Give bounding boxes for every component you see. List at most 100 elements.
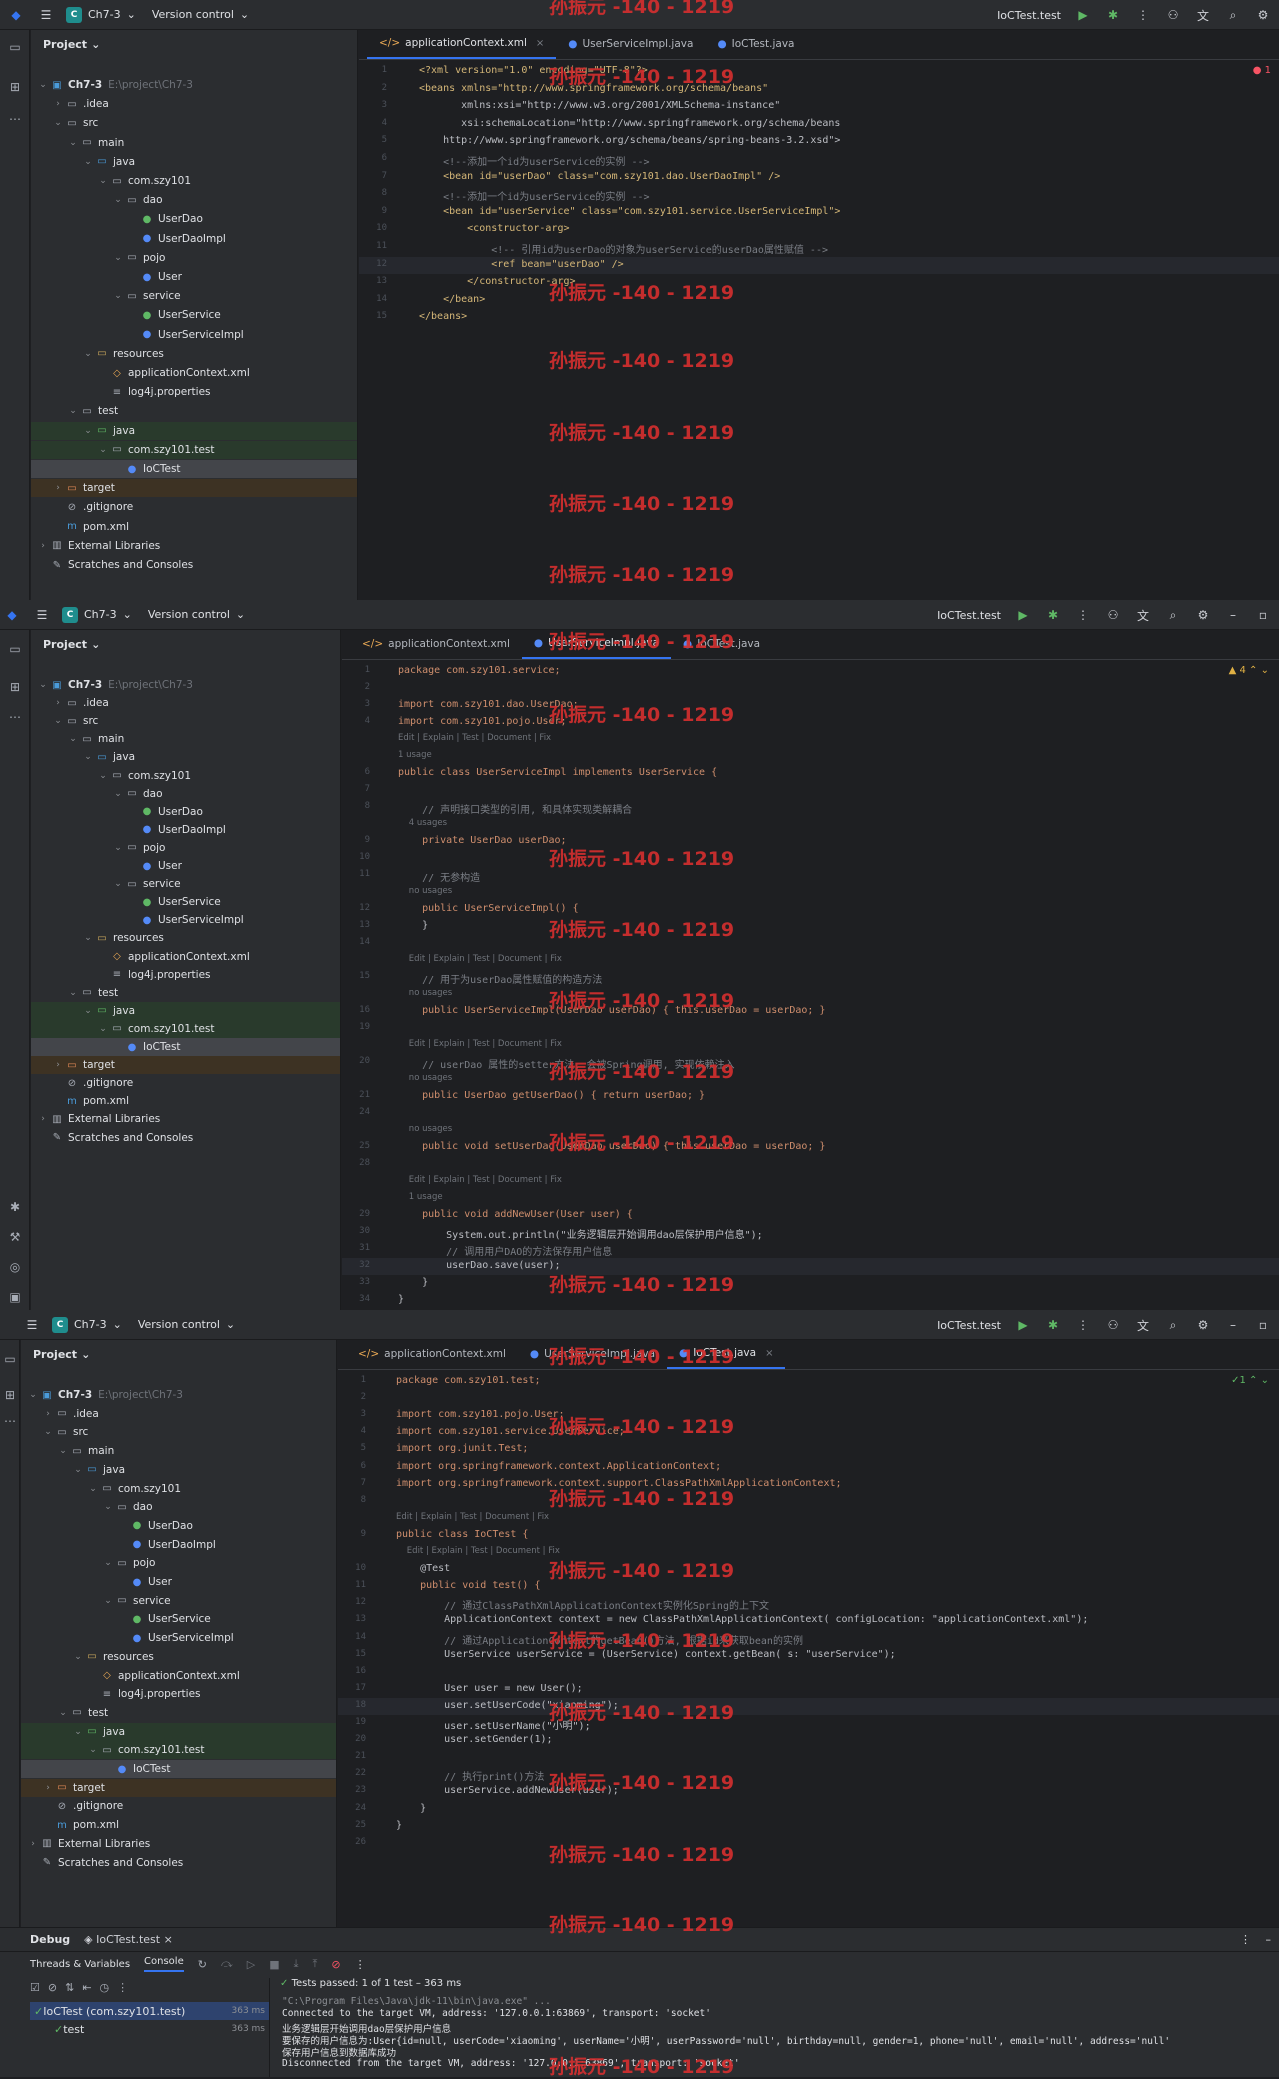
chevron-down-icon[interactable]: ⌄ <box>112 253 124 263</box>
tree-item[interactable]: ⌄ ▭ resources <box>31 929 340 947</box>
more-icon[interactable]: ⋮ <box>117 1981 128 1994</box>
inlay-hint[interactable]: no usages <box>398 886 452 896</box>
tab-user-service-impl[interactable]: ● UserServiceImpl.java <box>556 30 705 59</box>
run-config-selector[interactable]: IoCTest.test <box>937 1319 1001 1332</box>
tree-item[interactable]: ⌄ ▭ main <box>31 730 340 748</box>
chevron-right-icon[interactable]: › <box>27 1839 39 1849</box>
stop-icon[interactable]: ■ <box>269 1958 279 1971</box>
tree-item[interactable]: ⌄ ▣ Ch7-3 E:\project\Ch7-3 <box>31 676 340 694</box>
tree-item[interactable]: › ▭ .idea <box>21 1405 336 1423</box>
tree-item[interactable]: ⌄ ▭ resources <box>21 1648 336 1666</box>
tab-threads-variables[interactable]: Threads & Variables <box>30 1959 130 1970</box>
tree-item[interactable]: ● IoCTest <box>21 1760 336 1778</box>
inlay-hint[interactable]: Edit | Explain | Test | Document | Fix <box>398 733 551 743</box>
chevron-down-icon[interactable]: ⌄ <box>82 426 94 436</box>
tree-item[interactable]: ✎ Scratches and Consoles <box>31 1129 340 1147</box>
inlay-hint[interactable]: Edit | Explain | Test | Document | Fix <box>396 1546 560 1556</box>
code-area[interactable]: ● 1 1 <?xml version="1.0" encoding="UTF-8… <box>359 61 1279 600</box>
tree-item[interactable]: ⌄ ▭ dao <box>31 785 340 803</box>
step-into-icon[interactable]: ⤓ <box>294 1957 299 1971</box>
tree-item[interactable]: ● UserServiceImpl <box>31 911 340 929</box>
tree-item[interactable]: ⌄ ▭ pojo <box>31 249 357 267</box>
tree-item[interactable]: ● UserService <box>31 306 357 324</box>
build-tool-icon[interactable]: ⚒ <box>7 1230 23 1246</box>
tree-item[interactable]: ⊘ .gitignore <box>31 498 357 516</box>
translate-icon[interactable]: 文 <box>1135 607 1151 624</box>
minimize-icon[interactable]: – <box>1225 1318 1241 1332</box>
tree-item[interactable]: ⌄ ▭ java <box>31 1001 340 1020</box>
chevron-down-icon[interactable]: ⌄ <box>67 734 79 744</box>
tree-item[interactable]: ⌄ ▭ java <box>31 153 357 171</box>
tree-item[interactable]: ⌄ ▭ com.szy101 <box>31 767 340 785</box>
debug-session-tab[interactable]: ◈ IoCTest.test × <box>84 1933 173 1946</box>
tree-item[interactable]: ⌄ ▭ resources <box>31 345 357 363</box>
chevron-down-icon[interactable]: ⌄ <box>102 1502 114 1512</box>
debug-icon[interactable]: ✱ <box>1045 608 1061 622</box>
tree-item[interactable]: ⌄ ▭ com.szy101 <box>31 172 357 190</box>
tree-item[interactable]: ● UserDao <box>31 803 340 821</box>
tree-item[interactable]: ● UserServiceImpl <box>21 1629 336 1647</box>
chevron-down-icon[interactable]: ⌄ <box>97 771 109 781</box>
chevron-down-icon[interactable]: ⌄ <box>82 157 94 167</box>
tree-item[interactable]: ⌄ ▭ java <box>21 1722 336 1741</box>
tree-item[interactable]: ⌄ ▭ main <box>21 1442 336 1460</box>
terminal-tool-icon[interactable]: ▣ <box>7 1290 23 1306</box>
chevron-down-icon[interactable]: ⌄ <box>82 752 94 762</box>
resume-icon[interactable]: ▷ <box>247 1958 255 1971</box>
tree-item[interactable]: ● IoCTest <box>31 1038 340 1056</box>
chevron-down-icon[interactable]: ⌄ <box>102 1558 114 1568</box>
cancel-icon[interactable]: ⊘ <box>48 1981 57 1994</box>
tree-item[interactable]: ⌄ ▣ Ch7-3 E:\project\Ch7-3 <box>21 1386 336 1404</box>
project-pane-header[interactable]: Project ⌄ <box>21 1340 336 1368</box>
tree-item[interactable]: ⌄ ▭ com.szy101.test <box>21 1741 336 1760</box>
restore-icon[interactable]: ▫ <box>1255 1318 1271 1332</box>
minimize-icon[interactable]: – <box>1225 608 1241 622</box>
more-icon[interactable]: ⋮ <box>1135 8 1151 22</box>
tree-item[interactable]: ≡ log4j.properties <box>21 1685 336 1703</box>
tree-item[interactable]: ≡ log4j.properties <box>31 966 340 984</box>
folder-tool-icon[interactable]: ▭ <box>7 642 23 658</box>
run-icon[interactable]: ▶ <box>1075 8 1091 22</box>
inlay-hint[interactable]: no usages <box>398 988 452 998</box>
chevron-down-icon[interactable]: ⌄ <box>82 933 94 943</box>
main-menu-icon[interactable]: ☰ <box>38 8 54 22</box>
search-icon[interactable]: ⌕ <box>1225 8 1241 23</box>
chevron-down-icon[interactable]: ⌄ <box>52 716 64 726</box>
tree-item[interactable]: ⌄ ▭ com.szy101 <box>21 1480 336 1498</box>
tree-item[interactable]: ⌄ ▭ java <box>21 1461 336 1479</box>
tree-item[interactable]: ● UserService <box>21 1610 336 1628</box>
tree-item[interactable]: ● UserDaoImpl <box>31 821 340 839</box>
close-icon[interactable]: × <box>536 38 544 49</box>
more-icon[interactable]: ⋮ <box>1075 1318 1091 1332</box>
tree-item[interactable]: ⌄ ▭ src <box>31 712 340 730</box>
chevron-down-icon[interactable]: ⌄ <box>67 406 79 416</box>
minimize-icon[interactable]: – <box>1266 1933 1272 1946</box>
add-user-icon[interactable]: ⚇ <box>1105 608 1121 622</box>
chevron-right-icon[interactable]: › <box>37 541 49 551</box>
history-icon[interactable]: ◷ <box>100 1981 110 1994</box>
chevron-down-icon[interactable]: ⌄ <box>27 1390 39 1400</box>
vcs-menu[interactable]: Version control ⌄ <box>138 1318 235 1331</box>
bug-tool-icon[interactable]: ✱ <box>7 1200 23 1216</box>
tree-item[interactable]: ● User <box>31 857 340 875</box>
project-pane-header[interactable]: Project ⌄ <box>31 630 340 658</box>
chevron-right-icon[interactable]: › <box>42 1409 54 1419</box>
tree-item[interactable]: ⌄ ▭ dao <box>31 191 357 209</box>
run-config-selector[interactable]: IoCTest.test <box>997 9 1061 22</box>
tree-item[interactable]: ⊘ .gitignore <box>21 1797 336 1815</box>
step-out-icon[interactable]: ⤒ <box>312 1957 317 1971</box>
add-user-icon[interactable]: ⚇ <box>1105 1318 1121 1332</box>
tree-item[interactable]: ◇ applicationContext.xml <box>31 364 357 382</box>
chevron-down-icon[interactable]: ⌄ <box>82 349 94 359</box>
tree-item[interactable]: ✎ Scratches and Consoles <box>21 1854 336 1872</box>
translate-icon[interactable]: 文 <box>1195 7 1211 24</box>
inlay-hint[interactable]: 1 usage <box>398 1192 443 1202</box>
structure-tool-icon[interactable]: ⊞ <box>7 80 23 96</box>
structure-tool-icon[interactable]: ⊞ <box>7 680 23 696</box>
chevron-down-icon[interactable]: ⌄ <box>57 1708 69 1718</box>
tree-item[interactable]: ⌄ ▭ com.szy101.test <box>31 1019 340 1038</box>
tree-item[interactable]: › ▭ target <box>21 1778 336 1797</box>
inlay-hint[interactable]: Edit | Explain | Test | Document | Fix <box>396 1512 549 1522</box>
tree-item[interactable]: ● UserDaoImpl <box>21 1536 336 1554</box>
tree-item[interactable]: › ▭ .idea <box>31 95 357 113</box>
